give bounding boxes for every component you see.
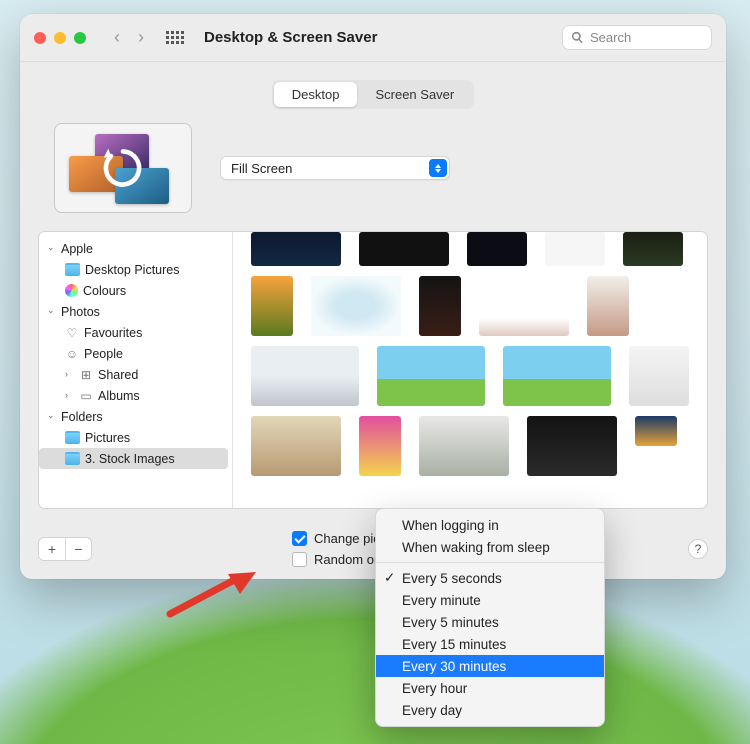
menu-item[interactable]: Every minute (376, 589, 604, 611)
image-thumb[interactable] (251, 232, 341, 266)
fill-mode-value: Fill Screen (231, 161, 292, 176)
annotation-arrow (166, 572, 256, 621)
menu-item[interactable]: Every day (376, 699, 604, 721)
image-thumb[interactable] (479, 276, 569, 336)
window-title: Desktop & Screen Saver (204, 29, 377, 46)
image-thumb[interactable] (629, 346, 689, 406)
tree-group-apple[interactable]: ⌄Apple (39, 238, 228, 259)
tab-switcher: Desktop Screen Saver (38, 80, 708, 109)
tree-item-favourites[interactable]: ♡Favourites (39, 322, 228, 343)
menu-item[interactable]: When logging in (376, 514, 604, 536)
window-controls (34, 32, 86, 44)
tree-group-folders[interactable]: ⌄Folders (39, 406, 228, 427)
folder-icon (65, 452, 80, 465)
image-thumb[interactable] (467, 232, 527, 266)
folder-icon (65, 263, 80, 276)
help-button[interactable]: ? (688, 539, 708, 559)
image-thumb[interactable] (527, 416, 617, 476)
menu-item[interactable]: Every 5 seconds (376, 567, 604, 589)
image-thumb[interactable] (251, 276, 293, 336)
rotate-icon (100, 145, 146, 191)
shared-icon: ⊞ (79, 368, 93, 381)
image-thumb[interactable] (623, 232, 683, 266)
albums-icon: ▭ (79, 389, 93, 402)
person-icon: ☺ (65, 347, 79, 360)
tree-item-shared[interactable]: ›⊞Shared (39, 364, 228, 385)
search-icon (571, 31, 584, 44)
tree-item-pictures[interactable]: Pictures (39, 427, 228, 448)
show-all-icon[interactable] (162, 27, 188, 48)
add-remove-buttons: + − (38, 537, 92, 561)
close-button[interactable] (34, 32, 46, 44)
image-thumb[interactable] (503, 346, 611, 406)
image-thumb[interactable] (311, 276, 401, 336)
image-thumb[interactable] (359, 416, 401, 476)
tree-item-albums[interactable]: ›▭Albums (39, 385, 228, 406)
image-thumb[interactable] (545, 232, 605, 266)
menu-item[interactable]: Every 5 minutes (376, 611, 604, 633)
rainbow-icon (65, 284, 78, 297)
search-input[interactable]: Search (562, 25, 712, 50)
image-grid[interactable] (243, 232, 707, 508)
heart-icon: ♡ (65, 326, 79, 339)
tab-screensaver[interactable]: Screen Saver (357, 82, 472, 107)
source-tree[interactable]: ⌄Apple Desktop Pictures Colours ⌄Photos … (39, 232, 233, 508)
fill-mode-select[interactable]: Fill Screen (220, 156, 450, 180)
nav-buttons: ‹ › (108, 25, 150, 50)
image-thumb[interactable] (251, 346, 359, 406)
tree-group-photos[interactable]: ⌄Photos (39, 301, 228, 322)
image-thumb[interactable] (359, 232, 449, 266)
tab-desktop[interactable]: Desktop (274, 82, 358, 107)
image-thumb[interactable] (377, 346, 485, 406)
tree-item-desktop-pictures[interactable]: Desktop Pictures (39, 259, 228, 280)
desktop-preview (54, 123, 192, 213)
titlebar: ‹ › Desktop & Screen Saver Search (20, 14, 726, 62)
tree-item-people[interactable]: ☺People (39, 343, 228, 364)
tree-item-stock-images[interactable]: 3. Stock Images (39, 448, 228, 469)
folder-icon (65, 431, 80, 444)
menu-item[interactable]: When waking from sleep (376, 536, 604, 558)
forward-button[interactable]: › (132, 25, 150, 50)
stepper-icon (429, 159, 447, 177)
image-thumb[interactable] (635, 416, 677, 446)
search-placeholder: Search (590, 30, 631, 45)
footer-bar: + − Change picture: Random order ? (20, 531, 726, 567)
preferences-window: ‹ › Desktop & Screen Saver Search Deskto… (20, 14, 726, 579)
image-thumb[interactable] (419, 276, 461, 336)
minimize-button[interactable] (54, 32, 66, 44)
add-button[interactable]: + (39, 538, 65, 560)
zoom-button[interactable] (74, 32, 86, 44)
image-thumb[interactable] (251, 416, 341, 476)
checkbox-on-icon (292, 531, 307, 546)
menu-item[interactable]: Every 15 minutes (376, 633, 604, 655)
menu-item-highlighted[interactable]: Every 30 minutes (376, 655, 604, 677)
menu-item[interactable]: Every hour (376, 677, 604, 699)
image-thumb[interactable] (587, 276, 629, 336)
image-thumb[interactable] (419, 416, 509, 476)
checkbox-off-icon (292, 552, 307, 567)
back-button[interactable]: ‹ (108, 25, 126, 50)
change-interval-menu[interactable]: When logging in When waking from sleep E… (375, 508, 605, 727)
remove-button[interactable]: − (65, 538, 91, 560)
tree-item-colours[interactable]: Colours (39, 280, 228, 301)
